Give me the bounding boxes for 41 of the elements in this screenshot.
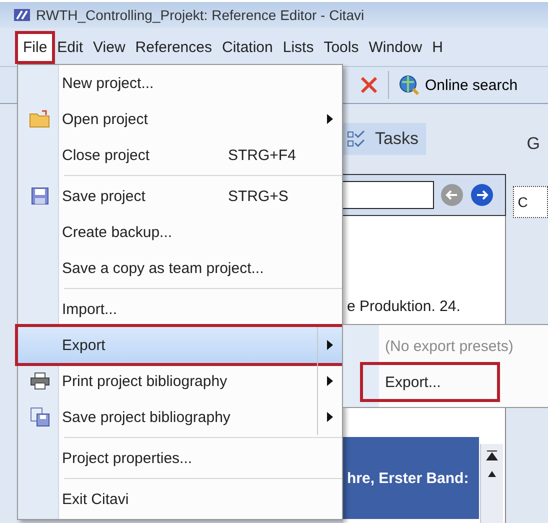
tab[interactable]: G — [512, 128, 548, 160]
search-field[interactable] — [343, 181, 434, 209]
menu-item[interactable]: File — [18, 34, 52, 60]
menu-item[interactable]: Lists — [278, 34, 319, 60]
menu-item[interactable]: Project properties... — [18, 440, 342, 476]
menu-item[interactable]: Open project — [18, 101, 342, 137]
globe-search-icon — [399, 75, 419, 95]
scroll-up-icon[interactable] — [486, 470, 497, 478]
menu-item[interactable]: Save project STRG+S — [18, 178, 342, 214]
window-title: RWTH_Controlling_Projekt: Reference Editor - Citavi — [36, 7, 364, 23]
menu-item[interactable]: Exit Citavi — [18, 481, 342, 517]
printer-icon — [30, 372, 50, 390]
scroll-top-icon[interactable] — [486, 450, 498, 462]
submenu-arrow-icon — [327, 376, 333, 386]
save-documents-icon — [30, 407, 50, 427]
submenu-arrow-icon — [327, 412, 333, 422]
menu-item[interactable]: New project... — [18, 65, 342, 101]
menu-item[interactable]: Close project STRG+F4 — [18, 137, 342, 173]
submenu-arrow-icon — [327, 114, 333, 124]
reference-item[interactable]: hre, Erster Band: — [343, 437, 479, 519]
menu-item[interactable]: Create backup... — [18, 214, 342, 250]
menu-item[interactable]: Import... — [18, 291, 342, 327]
submenu-arrow-icon — [327, 340, 333, 350]
menu-item[interactable]: References — [130, 34, 217, 60]
menu-item[interactable]: Window — [364, 34, 428, 60]
menu-item[interactable]: View — [88, 34, 130, 60]
delete-icon[interactable] — [360, 76, 378, 94]
reference-item[interactable]: e Produktion. 24. — [343, 298, 505, 315]
menu-item[interactable]: Edit — [52, 34, 88, 60]
online-search-button[interactable]: Online search — [399, 75, 518, 95]
app-logo-icon — [14, 9, 30, 21]
menu-item[interactable]: Export — [18, 327, 342, 363]
menu-item[interactable]: Tools — [318, 34, 364, 60]
menu-item[interactable]: H — [427, 34, 448, 60]
tab[interactable]: Tasks — [343, 123, 426, 155]
menu-item[interactable]: Save project bibliography — [18, 399, 342, 435]
tab-label[interactable]: C — [512, 186, 548, 218]
menu-item[interactable]: Citation — [217, 34, 278, 60]
folder-icon — [29, 109, 51, 129]
menu-item[interactable]: Save a copy as team project... — [18, 250, 342, 286]
menu-item[interactable]: Export... — [363, 365, 497, 399]
